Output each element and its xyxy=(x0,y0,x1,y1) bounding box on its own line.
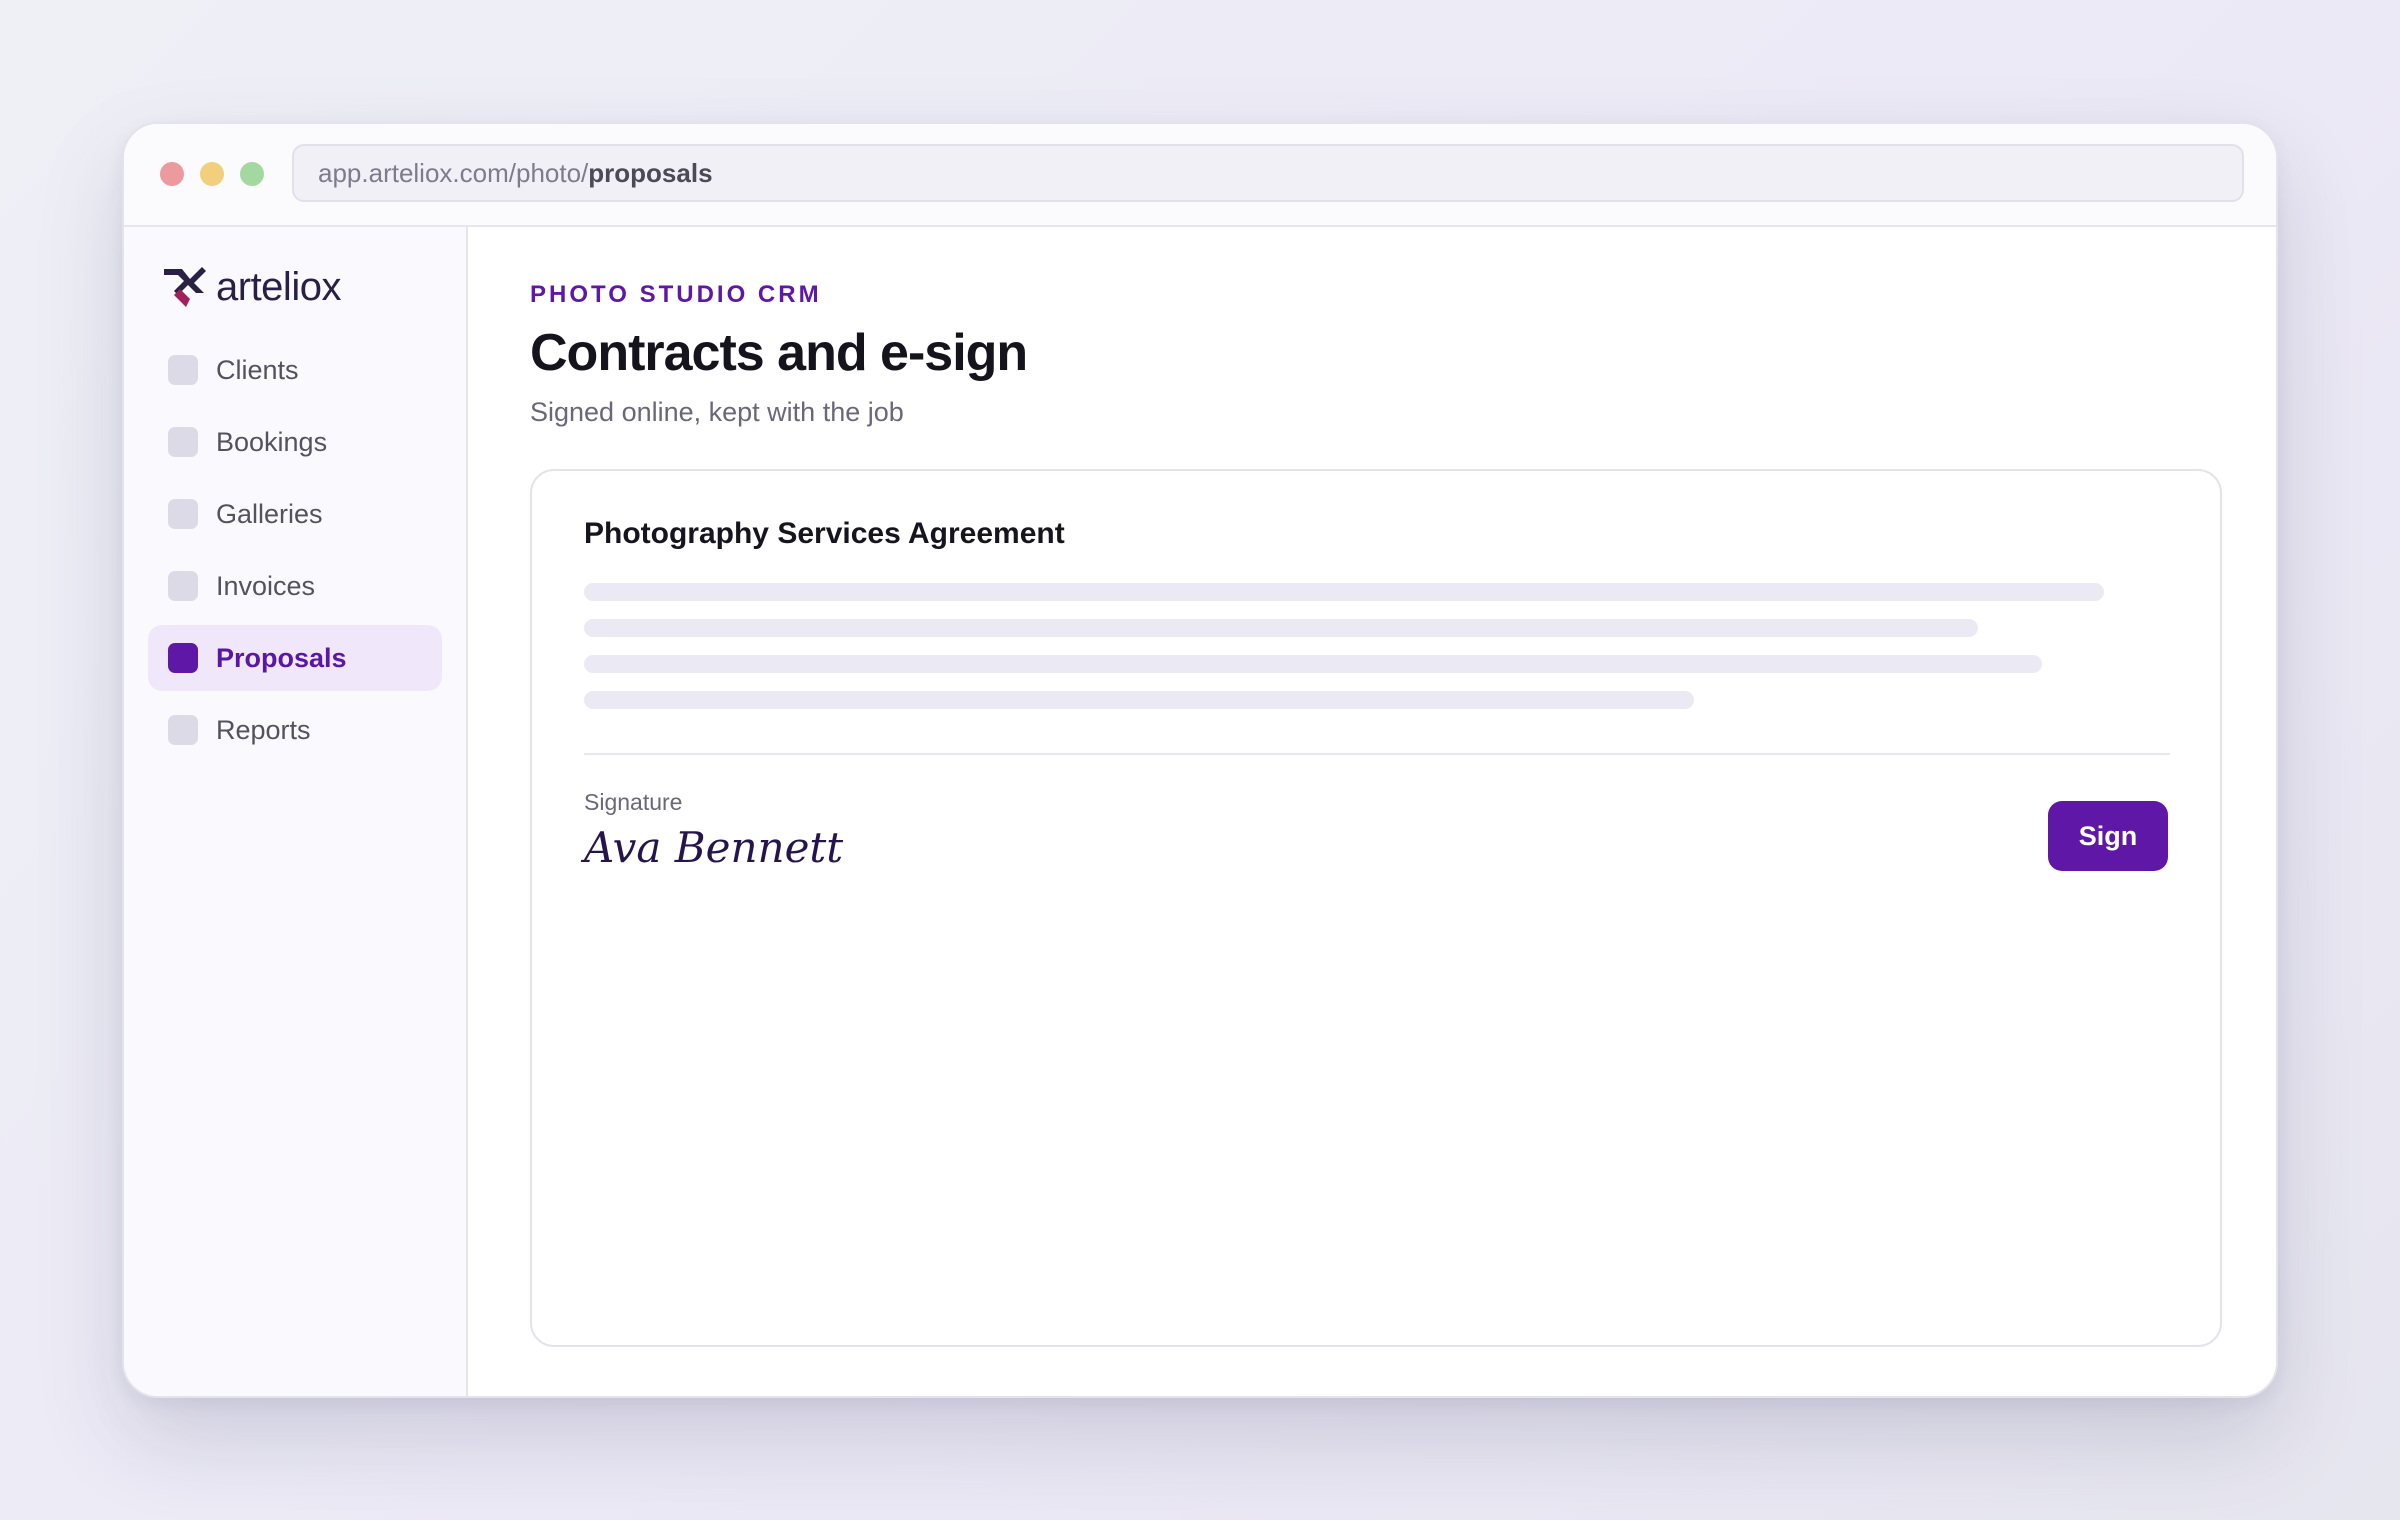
browser-titlebar: app.arteliox.com/photo/proposals xyxy=(124,124,2276,227)
sidebar-item-label: Galleries xyxy=(216,498,323,529)
maximize-window-button[interactable] xyxy=(240,162,264,186)
contract-text-placeholder xyxy=(584,583,2104,601)
sidebar-item-label: Clients xyxy=(216,354,299,385)
sidebar: arteliox Clients Bookings Galleries Invo… xyxy=(124,227,468,1396)
minimize-window-button[interactable] xyxy=(200,162,224,186)
url-prefix: app.arteliox.com/photo/ xyxy=(318,158,589,188)
proposals-icon xyxy=(168,643,198,673)
page-subtitle: Signed online, kept with the job xyxy=(530,397,904,427)
close-window-button[interactable] xyxy=(160,162,184,186)
reports-icon xyxy=(168,715,198,745)
invoices-icon xyxy=(168,571,198,601)
brand-name: arteliox xyxy=(216,264,341,309)
signature-value: Ava Bennett xyxy=(584,823,844,872)
signature-divider xyxy=(584,753,2170,755)
signature-label: Signature xyxy=(584,789,683,815)
sidebar-item-label: Reports xyxy=(216,714,311,745)
contract-text-placeholder xyxy=(584,619,1978,637)
page-eyebrow: PHOTO STUDIO CRM xyxy=(530,281,822,308)
contract-text-placeholder xyxy=(584,655,2042,673)
contract-text-placeholder xyxy=(584,691,1694,709)
address-bar[interactable]: app.arteliox.com/photo/proposals xyxy=(292,144,2244,202)
page-title: Contracts and e-sign xyxy=(530,324,1028,382)
contract-card: Photography Services Agreement Signature… xyxy=(530,469,2222,1347)
sidebar-item-label: Bookings xyxy=(216,426,328,457)
clients-icon xyxy=(168,355,198,385)
bookings-icon xyxy=(168,427,198,457)
main-content: PHOTO STUDIO CRM Contracts and e-sign Si… xyxy=(470,227,2276,1396)
brand-logo[interactable]: arteliox xyxy=(160,261,341,313)
sidebar-item-bookings[interactable]: Bookings xyxy=(148,409,442,475)
sign-button[interactable]: Sign xyxy=(2048,801,2168,871)
sidebar-item-label: Proposals xyxy=(216,642,347,673)
sidebar-item-reports[interactable]: Reports xyxy=(148,697,442,763)
contract-title: Photography Services Agreement xyxy=(584,517,1065,550)
sidebar-item-proposals[interactable]: Proposals xyxy=(148,625,442,691)
arteliox-logo-icon xyxy=(164,267,206,307)
galleries-icon xyxy=(168,499,198,529)
sidebar-item-clients[interactable]: Clients xyxy=(148,337,442,403)
sidebar-item-invoices[interactable]: Invoices xyxy=(148,553,442,619)
sidebar-item-galleries[interactable]: Galleries xyxy=(148,481,442,547)
url-current-path: proposals xyxy=(588,158,713,188)
browser-window: app.arteliox.com/photo/proposals artelio… xyxy=(122,122,2278,1398)
sidebar-nav: Clients Bookings Galleries Invoices Prop… xyxy=(148,337,442,769)
sidebar-item-label: Invoices xyxy=(216,570,316,601)
